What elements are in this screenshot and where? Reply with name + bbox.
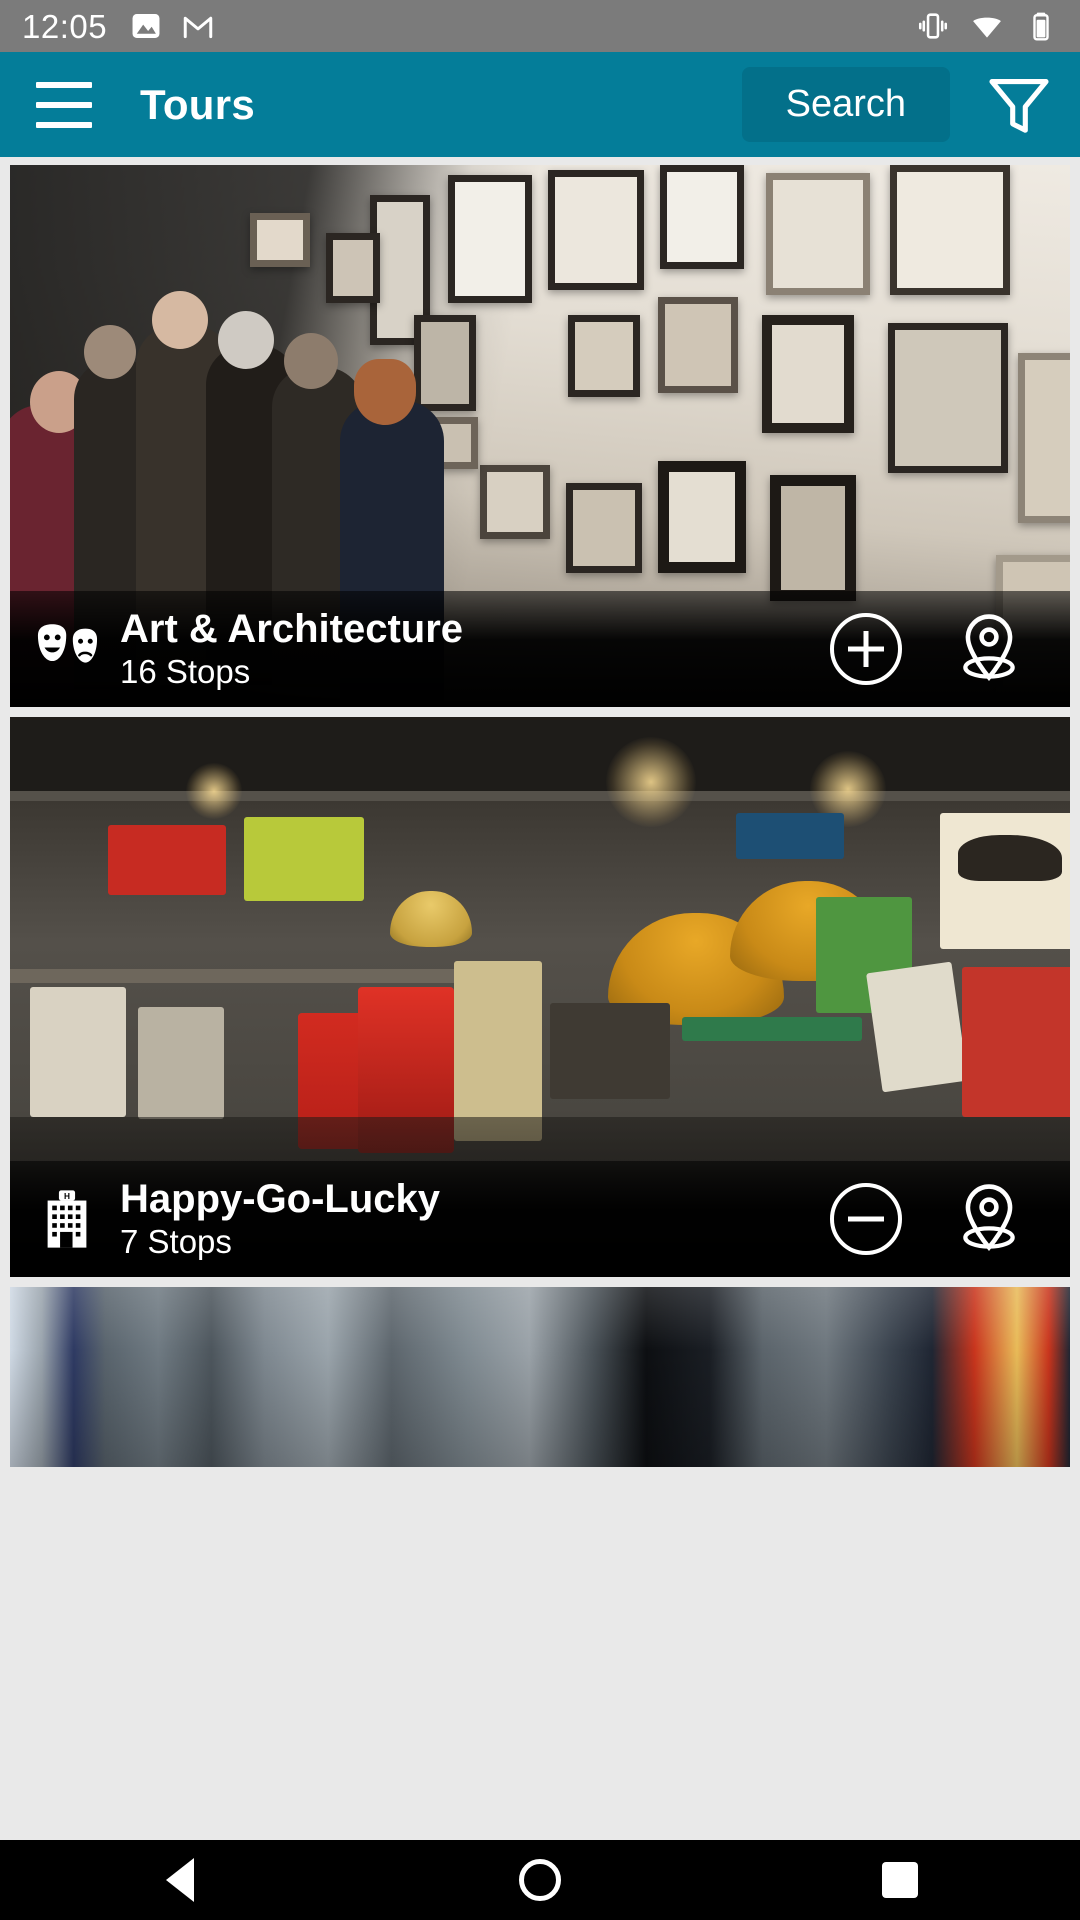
recents-square-glyph — [882, 1862, 918, 1898]
table-lamp — [390, 891, 472, 947]
tour-card[interactable] — [10, 1287, 1070, 1467]
sale-sign — [866, 961, 968, 1093]
beam-edge — [10, 791, 1070, 801]
card-actions — [830, 610, 1028, 688]
grey-crate — [138, 1007, 224, 1119]
status-right-icons — [916, 9, 1058, 43]
back-triangle-glyph — [166, 1858, 194, 1902]
card-text: Art & Architecture 16 Stops — [120, 607, 463, 691]
tour-stops: 16 Stops — [120, 652, 251, 690]
svg-text:H: H — [64, 1191, 70, 1201]
status-left-icons — [129, 9, 215, 43]
coke-sign — [108, 825, 226, 895]
hotel-building-icon: H — [36, 1188, 98, 1250]
tour-card[interactable]: Art & Architecture 16 Stops — [10, 165, 1070, 707]
vibrate-icon — [918, 13, 948, 39]
photos-icon — [132, 13, 160, 39]
card-footer: H Happy-Go-Lucky 7 Stops — [10, 1161, 1070, 1277]
card-actions — [830, 1180, 1028, 1258]
tour-card[interactable]: H Happy-Go-Lucky 7 Stops — [10, 717, 1070, 1277]
shelf-left — [10, 969, 490, 983]
minus-circle-icon[interactable] — [830, 1183, 902, 1255]
menu-bar-2 — [36, 101, 92, 108]
hotel-building-glyph: H — [47, 1190, 87, 1248]
lucky-rabbit-sign — [940, 813, 1070, 949]
map-pin-glyph — [963, 1184, 1015, 1251]
tour-title: Art & Architecture — [120, 607, 464, 652]
blue-sign — [736, 813, 844, 859]
dark-cabinet — [550, 1003, 670, 1099]
map-pin-glyph — [963, 614, 1015, 681]
app-bar: Tours Search — [0, 52, 1080, 157]
home-circle-icon[interactable] — [485, 1840, 595, 1920]
tour-list[interactable]: Art & Architecture 16 Stops H Happy-Go-L… — [0, 157, 1080, 1840]
android-nav-bar — [0, 1840, 1080, 1920]
search-button[interactable]: Search — [741, 66, 950, 143]
filter-funnel-icon[interactable] — [976, 62, 1062, 148]
tour-title: Happy-Go-Lucky — [120, 1177, 441, 1222]
ceiling-beam — [10, 717, 1070, 791]
tour-stops: 7 Stops — [120, 1222, 232, 1260]
theater-masks-icon — [36, 618, 98, 680]
menu-bar-1 — [36, 81, 92, 88]
status-clock: 12:05 — [22, 7, 108, 45]
menu-bar-3 — [36, 121, 92, 128]
filter-funnel-glyph — [989, 78, 1049, 133]
green-bench — [682, 1017, 862, 1041]
hamburger-menu-icon[interactable] — [36, 81, 92, 128]
card-text: Happy-Go-Lucky 7 Stops — [120, 1177, 440, 1261]
battery-icon — [1033, 12, 1049, 41]
recents-square-icon[interactable] — [845, 1840, 955, 1920]
map-pin-icon[interactable] — [950, 610, 1028, 688]
gmail-icon — [183, 16, 213, 39]
page-title: Tours — [140, 80, 256, 128]
card-footer: Art & Architecture 16 Stops — [10, 591, 1070, 707]
yellow-sign — [244, 817, 364, 901]
poster-board — [454, 961, 542, 1141]
wifi-icon — [973, 17, 1001, 38]
fabric-clothing-photo — [10, 1287, 1070, 1467]
plus-circle-icon[interactable] — [830, 613, 902, 685]
status-bar: 12:05 — [0, 0, 1080, 52]
home-circle-glyph — [519, 1859, 561, 1901]
theater-masks-glyph — [37, 624, 98, 663]
rabbit-silhouette — [958, 835, 1062, 881]
red-banner — [962, 967, 1070, 1117]
map-pin-icon[interactable] — [950, 1180, 1028, 1258]
white-crate — [30, 987, 126, 1117]
back-triangle-icon[interactable] — [125, 1840, 235, 1920]
